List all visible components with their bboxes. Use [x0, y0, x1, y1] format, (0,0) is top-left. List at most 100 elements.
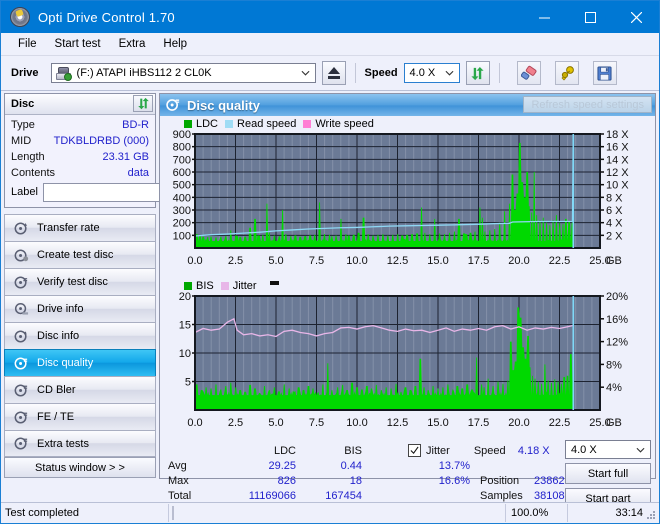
menu-start-test[interactable]: Start test [46, 36, 110, 52]
svg-text:20%: 20% [606, 292, 628, 303]
svg-text:8 X: 8 X [606, 192, 623, 204]
drive-select-value: (F:) ATAPI iHBS112 2 CL0K [76, 67, 212, 79]
speed-select-value: 4.0 X [409, 67, 436, 79]
save-button[interactable] [592, 61, 617, 85]
window-title: Opti Drive Control 1.70 [38, 9, 175, 25]
svg-text:5.0: 5.0 [268, 255, 283, 267]
svg-text:7.5: 7.5 [309, 417, 324, 429]
sidebar-item-create-test-disc[interactable]: Create test disc [4, 241, 156, 268]
disc-quality-bis-chart[interactable]: 5 10 15 20 4% 8% 12% 16% 20% 0.0 2.5 5.0 7.5 10.0 12.5… [160, 291, 649, 434]
test-speed-select[interactable]: 4.0 X [565, 440, 651, 459]
svg-text:900: 900 [173, 130, 191, 141]
sidebar-item-label: Create test disc [37, 249, 114, 261]
drive-icon [55, 66, 72, 81]
svg-text:800: 800 [173, 142, 191, 154]
svg-text:15.0: 15.0 [427, 417, 448, 429]
chart2-wrap: 5 10 15 20 4% 8% 12% 16% 20% 0.0 2.5 5.0 7.5 10.0 12.5… [160, 291, 655, 437]
stats-ldc-max: 826 [277, 474, 296, 487]
disc-refresh-button[interactable] [133, 95, 153, 112]
drive-label: Drive [11, 67, 39, 79]
progress-bar [169, 504, 505, 522]
svg-text:12 X: 12 X [606, 167, 629, 179]
sidebar-item-cd-bler[interactable]: CD Bler [4, 376, 156, 403]
legend-swatch-jitter [220, 281, 229, 290]
stats-ldc-avg: 29.25 [268, 459, 296, 472]
key-icon [561, 66, 574, 81]
svg-text:17.5: 17.5 [468, 255, 489, 267]
legend-label-jitter: Jitter [232, 279, 257, 292]
sidebar-item-extra-tests[interactable]: Extra tests [4, 430, 156, 457]
disc-row-label: Label [11, 181, 248, 203]
jitter-checkbox[interactable] [408, 444, 421, 457]
svg-text:8%: 8% [606, 359, 622, 371]
stats-speed-label: Speed [473, 444, 506, 457]
sidebar-item-label: Drive info [37, 303, 84, 315]
sidebar-item-disc-quality[interactable]: Disc quality [4, 349, 156, 376]
svg-text:100: 100 [173, 230, 191, 242]
chevron-down-icon [636, 447, 645, 453]
svg-text:300: 300 [173, 205, 191, 217]
status-window-button[interactable]: Status window > > [4, 457, 156, 478]
start-full-button[interactable]: Start full [565, 463, 651, 484]
refresh-speed-button[interactable] [465, 61, 490, 85]
speed-label: Speed [364, 67, 398, 79]
cd-bler-icon [14, 384, 28, 396]
disc-label-label: Label [11, 186, 38, 198]
drive-select[interactable]: (F:) ATAPI iHBS112 2 CL0K [50, 63, 316, 83]
check-icon [410, 446, 419, 455]
svg-text:20: 20 [179, 292, 191, 303]
maximize-button[interactable] [567, 1, 613, 33]
svg-text:5.0: 5.0 [268, 417, 283, 429]
svg-text:700: 700 [173, 154, 191, 166]
erase-button[interactable] [516, 61, 541, 85]
svg-text:20.0: 20.0 [508, 255, 529, 267]
disc-quality-ldc-chart[interactable]: 1002003004005006007008009002 X4 X6 X8 X1… [160, 129, 649, 272]
status-bar: Test completed 100.0% 33:14 [1, 502, 659, 523]
legend-label-bis: BIS [196, 279, 214, 292]
menu-help[interactable]: Help [154, 36, 196, 52]
menu-bar: File Start test Extra Help [1, 33, 659, 56]
disc-info-icon [14, 330, 27, 342]
sidebar-item-drive-info[interactable]: Drive info [4, 295, 156, 322]
legend-swatch-read-speed [225, 119, 234, 128]
stats-bis-max: 18 [349, 474, 362, 487]
disc-panel-header: Disc [5, 94, 155, 115]
speed-select[interactable]: 4.0 X [403, 63, 460, 83]
menu-extra[interactable]: Extra [110, 36, 155, 52]
toolbar: Drive (F:) ATAPI iHBS112 2 CL0K Speed 4.… [1, 56, 659, 91]
menu-file[interactable]: File [9, 36, 46, 52]
svg-text:12.5: 12.5 [387, 417, 408, 429]
svg-text:GB: GB [606, 417, 622, 429]
close-button[interactable] [613, 1, 659, 33]
svg-text:4%: 4% [606, 382, 622, 394]
stats-row-total: Total [168, 489, 192, 502]
sidebar: Disc Type BD-R MID TDKBLDRBD (000) Lengt… [1, 91, 248, 481]
legend-marker-dash [269, 280, 279, 285]
key-button[interactable] [554, 61, 579, 85]
svg-text:0.0: 0.0 [187, 255, 202, 267]
sidebar-item-label: CD Bler [37, 384, 76, 396]
svg-text:7.5: 7.5 [309, 255, 324, 267]
sidebar-item-transfer-rate[interactable]: Transfer rate [4, 214, 156, 241]
svg-text:10: 10 [179, 348, 191, 360]
test-controls: 4.0 X Start full Start part [565, 440, 651, 509]
resize-grip-icon[interactable] [645, 509, 657, 521]
refresh-speed-settings-button[interactable]: Refresh speed settings [523, 96, 652, 113]
stats-samples-label: Samples [480, 489, 523, 502]
disc-panel: Disc Type BD-R MID TDKBLDRBD (000) Lengt… [4, 93, 248, 208]
verify-test-disc-icon [14, 276, 28, 288]
svg-text:2 X: 2 X [606, 230, 623, 242]
sidebar-item-label: Verify test disc [37, 276, 108, 288]
main-body: Disc Type BD-R MID TDKBLDRBD (000) Lengt… [1, 91, 659, 509]
eject-button[interactable] [321, 61, 346, 85]
svg-text:16%: 16% [606, 314, 628, 326]
disc-quality-icon [14, 357, 28, 369]
sidebar-item-disc-info[interactable]: Disc info [4, 322, 156, 349]
create-test-disc-icon [14, 249, 29, 261]
sidebar-item-verify-test-disc[interactable]: Verify test disc [4, 268, 156, 295]
legend-label-ldc: LDC [196, 117, 219, 130]
minimize-button[interactable] [521, 1, 567, 33]
stats-ldc-total: 11169066 [248, 489, 296, 502]
sidebar-item-fe-te[interactable]: FE / TE [4, 403, 156, 430]
disc-length-value: 23.31 GB [102, 151, 149, 163]
